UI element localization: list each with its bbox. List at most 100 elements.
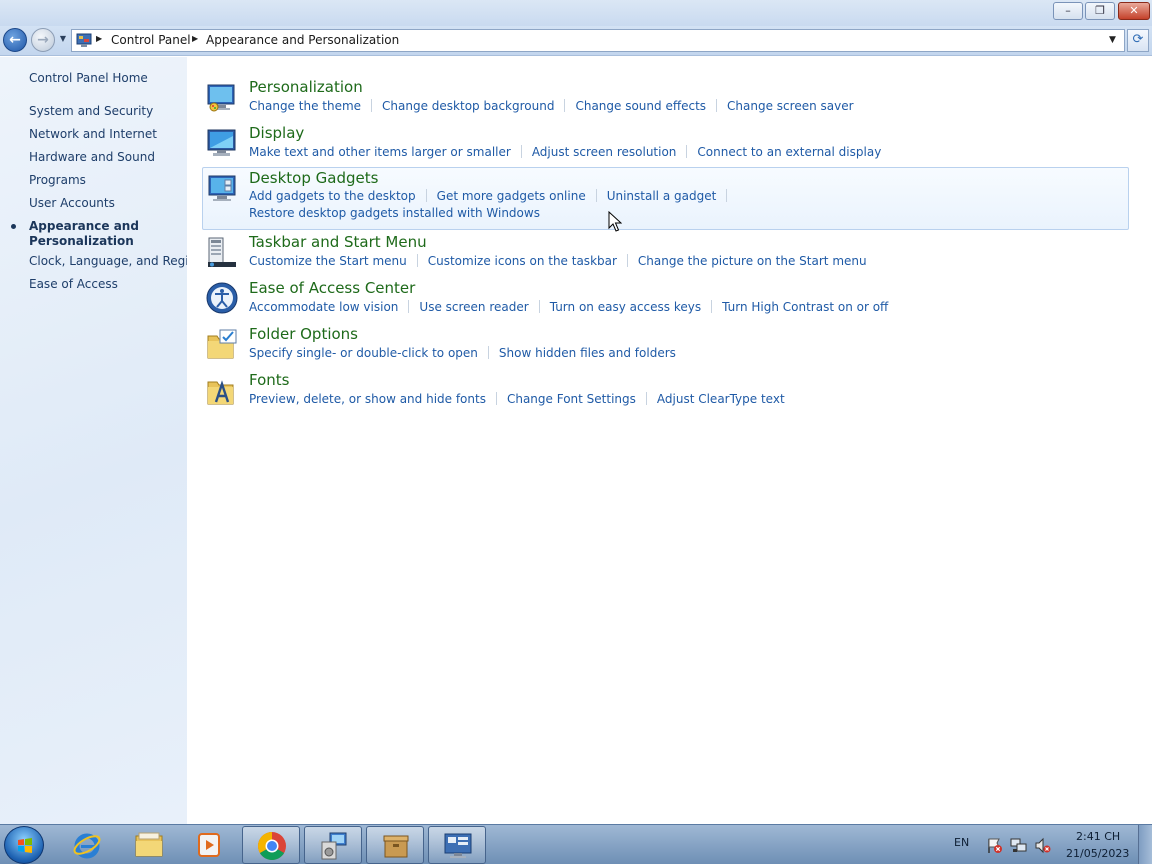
category-links-taskbar-start-menu: Customize the Start menu Customize icons …	[249, 254, 867, 268]
address-bar[interactable]: ▶ Control Panel ▶ Appearance and Persona…	[71, 29, 1125, 52]
link-change-theme[interactable]: Change the theme	[249, 99, 361, 113]
taskbar: EN 2:41 CH 21/05/2023	[0, 824, 1152, 864]
link-separator	[716, 99, 718, 112]
link-make-text-larger[interactable]: Make text and other items larger or smal…	[249, 145, 511, 159]
refresh-button[interactable]: ⟳	[1127, 29, 1149, 52]
link-add-gadgets[interactable]: Add gadgets to the desktop	[249, 189, 416, 203]
breadcrumb-appearance-personalization[interactable]: Appearance and Personalization	[206, 33, 399, 47]
setup-icon	[321, 832, 347, 860]
link-separator	[495, 392, 497, 405]
link-use-screen-reader[interactable]: Use screen reader	[419, 300, 528, 314]
show-desktop-button[interactable]	[1138, 825, 1152, 864]
control-panel-icon	[76, 33, 92, 47]
close-icon: ✕	[1129, 4, 1139, 17]
link-high-contrast[interactable]: Turn High Contrast on or off	[722, 300, 888, 314]
network-icon[interactable]	[1010, 837, 1027, 854]
clock-time[interactable]: 2:41 CH	[1076, 830, 1120, 843]
recent-pages-dropdown[interactable]: ▼	[57, 34, 69, 48]
category-title-fonts[interactable]: Fonts	[249, 371, 289, 389]
language-indicator[interactable]: EN	[954, 836, 969, 849]
category-title-folder-options[interactable]: Folder Options	[249, 325, 358, 343]
taskbar-archive-manager[interactable]	[366, 826, 424, 864]
forward-button[interactable]: →	[31, 28, 55, 52]
fonts-icon	[207, 380, 234, 405]
category-links-fonts: Preview, delete, or show and hide fonts C…	[249, 392, 785, 406]
link-separator	[564, 99, 566, 112]
category-title-personalization[interactable]: Personalization	[249, 78, 363, 96]
category-fonts: Fonts Preview, delete, or show and hide …	[187, 369, 1152, 415]
link-restore-desktop-gadgets[interactable]: Restore desktop gadgets installed with W…	[249, 206, 540, 220]
category-desktop-gadgets: Desktop Gadgets Add gadgets to the deskt…	[202, 167, 1129, 230]
taskbar-windows-explorer[interactable]	[120, 826, 178, 864]
link-connect-external-display[interactable]: Connect to an external display	[697, 145, 881, 159]
breadcrumb-separator-icon[interactable]: ▶	[192, 34, 198, 43]
minimize-button[interactable]: –	[1053, 2, 1083, 20]
volume-muted-icon[interactable]	[1034, 837, 1051, 854]
link-customize-taskbar-icons[interactable]: Customize icons on the taskbar	[428, 254, 617, 268]
breadcrumb-separator-icon[interactable]: ▶	[96, 34, 102, 43]
link-separator	[645, 392, 647, 405]
link-separator	[711, 300, 713, 313]
link-change-screen-saver[interactable]: Change screen saver	[727, 99, 854, 113]
link-separator	[595, 189, 597, 202]
taskbar-google-chrome[interactable]	[242, 826, 300, 864]
close-button[interactable]: ✕	[1118, 2, 1150, 20]
link-adjust-screen-resolution[interactable]: Adjust screen resolution	[532, 145, 677, 159]
link-separator	[416, 254, 418, 267]
category-links-ease-of-access: Accommodate low vision Use screen reader T…	[249, 300, 888, 314]
link-single-double-click[interactable]: Specify single- or double-click to open	[249, 346, 478, 360]
windows-logo-icon	[18, 838, 32, 853]
link-adjust-cleartype[interactable]: Adjust ClearType text	[657, 392, 785, 406]
category-title-taskbar-start-menu[interactable]: Taskbar and Start Menu	[249, 233, 427, 251]
current-section-bullet	[11, 224, 16, 229]
address-dropdown-icon[interactable]: ▼	[1109, 35, 1116, 45]
back-button[interactable]: ←	[3, 28, 27, 52]
taskbar-start-menu-icon	[208, 237, 236, 267]
control-panel-home-link[interactable]: Control Panel Home	[29, 71, 148, 85]
left-link-programs[interactable]: Programs	[29, 173, 86, 187]
left-link-clock-language-region[interactable]: Clock, Language, and Region	[29, 254, 204, 268]
link-preview-delete-fonts[interactable]: Preview, delete, or show and hide fonts	[249, 392, 486, 406]
category-title-ease-of-access-center[interactable]: Ease of Access Center	[249, 279, 415, 297]
folder-icon	[135, 832, 163, 857]
action-center-flag-icon[interactable]	[986, 837, 1003, 854]
restore-icon: ❐	[1095, 4, 1105, 17]
left-link-system-security[interactable]: System and Security	[29, 104, 153, 118]
taskbar-internet-explorer[interactable]	[58, 826, 116, 864]
taskbar-setup-program[interactable]	[304, 826, 362, 864]
back-arrow-icon: ←	[9, 32, 21, 48]
link-separator	[686, 145, 688, 158]
left-link-network-internet[interactable]: Network and Internet	[29, 127, 157, 141]
left-link-ease-of-access[interactable]: Ease of Access	[29, 277, 118, 291]
link-change-font-settings[interactable]: Change Font Settings	[507, 392, 636, 406]
category-links-folder-options: Specify single- or double-click to open S…	[249, 346, 676, 360]
link-change-sound-effects[interactable]: Change sound effects	[575, 99, 706, 113]
category-links-display: Make text and other items larger or smal…	[249, 145, 881, 159]
link-customize-start-menu[interactable]: Customize the Start menu	[249, 254, 407, 268]
link-separator	[487, 346, 489, 359]
left-link-user-accounts[interactable]: User Accounts	[29, 196, 115, 210]
link-easy-access-keys[interactable]: Turn on easy access keys	[550, 300, 701, 314]
desktop-gadgets-icon	[208, 175, 236, 201]
link-show-hidden-files[interactable]: Show hidden files and folders	[499, 346, 676, 360]
link-uninstall-gadget[interactable]: Uninstall a gadget	[607, 189, 717, 203]
link-get-more-gadgets[interactable]: Get more gadgets online	[437, 189, 586, 203]
link-separator	[425, 189, 427, 202]
taskbar-media-player[interactable]	[180, 826, 238, 864]
clock-date[interactable]: 21/05/2023	[1066, 847, 1129, 860]
link-change-start-menu-picture[interactable]: Change the picture on the Start menu	[638, 254, 867, 268]
left-link-hardware-sound[interactable]: Hardware and Sound	[29, 150, 155, 164]
internet-explorer-icon	[73, 833, 101, 859]
breadcrumb-control-panel[interactable]: Control Panel	[111, 33, 191, 47]
mouse-cursor-icon	[608, 211, 622, 232]
ease-of-access-icon	[206, 282, 238, 314]
link-change-desktop-background[interactable]: Change desktop background	[382, 99, 554, 113]
left-link-appearance-personalization: Appearance and Personalization	[29, 219, 139, 248]
start-button[interactable]	[4, 826, 44, 864]
taskbar-control-panel[interactable]	[428, 826, 486, 864]
category-title-display[interactable]: Display	[249, 124, 304, 142]
forward-arrow-icon: →	[37, 32, 49, 48]
maximize-button[interactable]: ❐	[1085, 2, 1115, 20]
link-accommodate-low-vision[interactable]: Accommodate low vision	[249, 300, 398, 314]
category-title-desktop-gadgets[interactable]: Desktop Gadgets	[249, 169, 378, 187]
